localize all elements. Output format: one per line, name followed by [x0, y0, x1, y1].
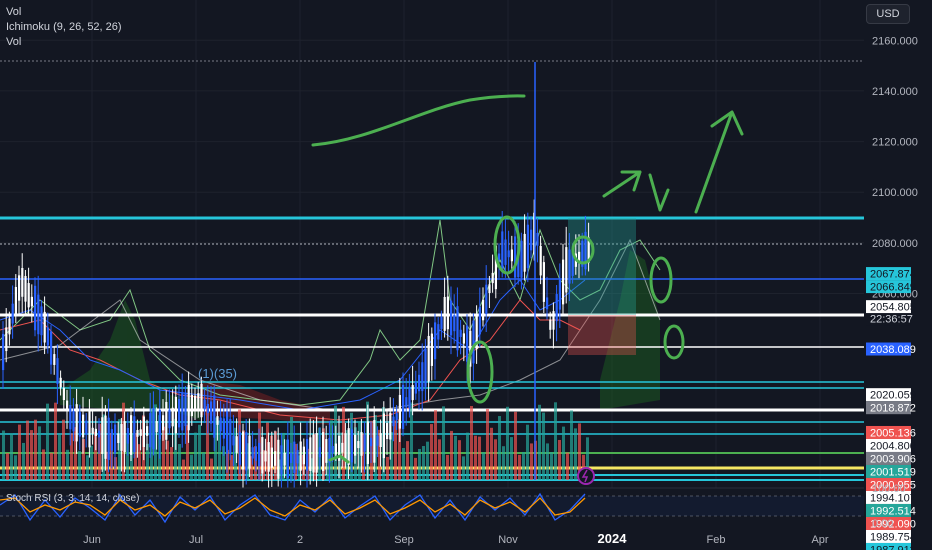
stoch-tick-label: 100.00 — [872, 483, 906, 495]
countdown-label: 22:36:57 — [870, 314, 913, 326]
stoch-tick-label: 0.00 — [872, 518, 893, 530]
y-tick-label: 2080.000 — [872, 238, 918, 250]
svg-text:2066.849: 2066.849 — [870, 282, 916, 294]
legend-vol[interactable]: Vol — [6, 6, 21, 18]
x-tick-label: Apr — [811, 534, 828, 546]
price-label: 2066.849 — [866, 280, 916, 294]
legend-vol-2[interactable]: Vol — [6, 36, 21, 48]
position-profit-zone — [568, 218, 636, 315]
price-chart[interactable]: (1)(35) 2160.0002140.0002120.0002100.000… — [0, 0, 932, 550]
x-tick-label: Sep — [394, 534, 414, 546]
price-label: 2004.800 — [866, 438, 916, 452]
y-tick-label: 2160.000 — [872, 35, 918, 47]
price-label: 2020.059 — [866, 388, 916, 402]
replay-marker[interactable] — [577, 467, 595, 485]
price-label: 2018.872 — [866, 401, 916, 415]
price-label: 2038.089 — [866, 342, 916, 356]
svg-text:2067.874: 2067.874 — [870, 269, 916, 281]
legend-ichimoku[interactable]: Ichimoku (9, 26, 52, 26) — [6, 21, 122, 33]
price-label: 2003.906 — [866, 451, 916, 465]
y-tick-label: 2100.000 — [872, 187, 918, 199]
x-tick-label: Feb — [707, 534, 726, 546]
price-axis[interactable]: 2160.000 2140.000 2120.000 2100.000 2080.000… — [864, 0, 932, 550]
price-label: 2001.519 — [866, 464, 916, 478]
svg-text:1992.514: 1992.514 — [870, 505, 916, 517]
annotation-label: (1)(35) — [198, 366, 237, 381]
x-tick-label: Jun — [83, 534, 101, 546]
svg-text:2054.805: 2054.805 — [870, 302, 916, 314]
svg-text:2004.800: 2004.800 — [870, 440, 916, 452]
svg-text:2001.519: 2001.519 — [870, 466, 916, 478]
price-label: 1987.911 — [866, 542, 915, 550]
svg-text:2018.872: 2018.872 — [870, 403, 916, 415]
price-label: 1992.514 — [866, 503, 916, 517]
svg-text:2038.089: 2038.089 — [870, 344, 916, 356]
svg-text:1987.911: 1987.911 — [870, 544, 915, 550]
x-tick-label: 2024 — [598, 531, 628, 546]
time-axis[interactable]: Jun Jul 2 Sep Nov 2024 Feb Apr — [0, 528, 864, 550]
currency-button[interactable]: USD — [866, 4, 910, 24]
y-tick-label: 2120.000 — [872, 137, 918, 149]
x-tick-label: 2 — [297, 534, 303, 546]
price-label: 2054.80522:36:57 — [866, 300, 916, 326]
svg-text:2005.136: 2005.136 — [870, 427, 916, 439]
price-label: 2005.136 — [866, 425, 916, 439]
price-label: 1989.754 — [866, 529, 916, 543]
price-label: 2067.874 — [866, 267, 916, 281]
position-loss-zone — [568, 315, 636, 355]
svg-text:1989.754: 1989.754 — [870, 531, 916, 543]
x-tick-label: Nov — [498, 534, 518, 546]
svg-text:2020.059: 2020.059 — [870, 390, 916, 402]
y-tick-label: 2140.000 — [872, 86, 918, 98]
svg-text:2003.906: 2003.906 — [870, 453, 916, 465]
x-tick-label: Jul — [189, 534, 203, 546]
legend-stoch-rsi[interactable]: Stoch RSI (3, 3, 14, 14, close) — [6, 493, 139, 504]
